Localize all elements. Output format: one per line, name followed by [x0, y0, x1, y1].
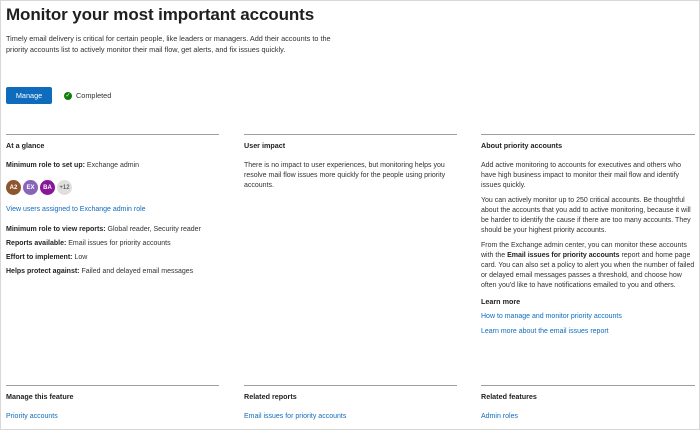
about-p3-bold: Email issues for priority accounts: [507, 252, 620, 259]
avatar-group[interactable]: A2 EX BA +12: [6, 180, 219, 195]
avatar[interactable]: A2: [6, 180, 21, 195]
divider: [481, 134, 695, 135]
min-role-reports-value: Global reader, Security reader: [105, 226, 201, 233]
intro-text: Timely email delivery is critical for ce…: [6, 34, 331, 54]
min-role-setup: Minimum role to set up: Exchange admin: [6, 161, 219, 171]
related-features-heading: Related features: [481, 392, 537, 401]
avatar[interactable]: BA: [40, 180, 55, 195]
user-impact-heading: User impact: [244, 141, 286, 150]
admin-roles-link[interactable]: Admin roles: [481, 412, 695, 422]
related-reports-section: Related reports Email issues for priorit…: [244, 385, 457, 422]
manage-button[interactable]: Manage: [6, 87, 52, 104]
about-heading: About priority accounts: [481, 141, 563, 150]
divider: [244, 134, 457, 135]
divider: [6, 385, 219, 386]
page-title: Monitor your most important accounts: [6, 5, 315, 24]
about-section: About priority accounts Add active monit…: [481, 134, 695, 337]
min-role-setup-label: Minimum role to set up:: [6, 162, 85, 169]
learn-more-heading: Learn more: [481, 297, 521, 306]
user-impact-section: User impact There is no impact to user e…: [244, 134, 457, 191]
helps-protect-against: Helps protect against: Failed and delaye…: [6, 267, 219, 277]
min-role-reports: Minimum role to view reports: Global rea…: [6, 225, 219, 235]
reports-available-label: Reports available:: [6, 240, 67, 247]
protects-value: Failed and delayed email messages: [79, 268, 194, 275]
view-users-link[interactable]: View users assigned to Exchange admin ro…: [6, 205, 219, 215]
about-paragraph: You can actively monitor up to 250 criti…: [481, 197, 691, 234]
divider: [6, 134, 219, 135]
email-issues-report-link[interactable]: Learn more about the email issues report: [481, 327, 695, 337]
manage-priority-accounts-link[interactable]: How to manage and monitor priority accou…: [481, 312, 695, 322]
related-reports-heading: Related reports: [244, 392, 297, 401]
priority-accounts-link[interactable]: Priority accounts: [6, 412, 219, 422]
manage-feature-heading: Manage this feature: [6, 392, 74, 401]
min-role-setup-value: Exchange admin: [84, 162, 140, 169]
divider: [481, 385, 695, 386]
email-issues-link[interactable]: Email issues for priority accounts: [244, 412, 457, 422]
avatar[interactable]: EX: [23, 180, 38, 195]
at-a-glance-heading: At a glance: [6, 141, 45, 150]
check-circle-icon: ✓: [64, 91, 72, 100]
avatar-overflow-count[interactable]: +12: [57, 180, 72, 195]
min-role-reports-label: Minimum role to view reports:: [6, 226, 106, 233]
manage-feature-section: Manage this feature Priority accounts: [6, 385, 219, 422]
effort-label: Effort to implement:: [6, 254, 73, 261]
related-features-section: Related features Admin roles: [481, 385, 695, 422]
about-paragraph: Add active monitoring to accounts for ex…: [481, 162, 681, 189]
effort-to-implement: Effort to implement: Low: [6, 253, 219, 263]
about-paragraph: From the Exchange admin center, you can …: [481, 241, 695, 291]
protects-label: Helps protect against:: [6, 268, 80, 275]
effort-value: Low: [72, 254, 88, 261]
reports-available: Reports available: Email issues for prio…: [6, 239, 219, 249]
reports-available-value: Email issues for priority accounts: [66, 240, 171, 247]
divider: [244, 385, 457, 386]
status-label: Completed: [76, 91, 112, 100]
user-impact-text: There is no impact to user experiences, …: [244, 162, 446, 189]
status-indicator: ✓ Completed: [64, 91, 111, 100]
at-a-glance-section: At a glance Minimum role to set up: Exch…: [6, 134, 219, 277]
